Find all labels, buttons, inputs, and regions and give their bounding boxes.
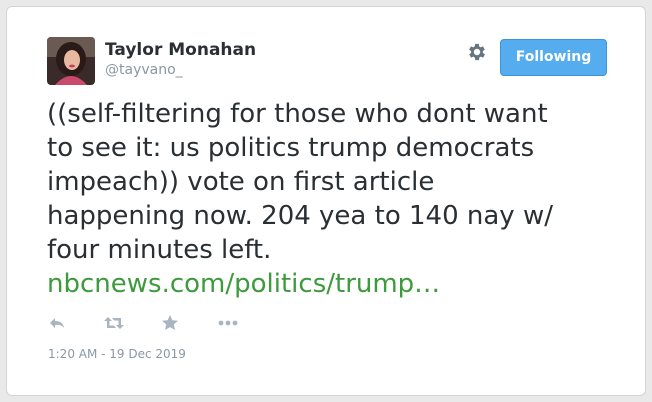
tweet-line: ((self-filtering for those who dont want xyxy=(47,99,548,129)
reply-icon[interactable] xyxy=(47,313,67,333)
author-handle[interactable]: @tayvano_ xyxy=(105,62,183,78)
tweet-card: Taylor Monahan @tayvano_ Following ((sel… xyxy=(6,6,646,396)
tweet-timestamp[interactable]: 1:20 AM - 19 Dec 2019 xyxy=(48,347,186,361)
author-name[interactable]: Taylor Monahan xyxy=(105,40,256,60)
like-icon[interactable] xyxy=(160,313,180,333)
tweet-line: happening now. 204 yea to 140 nay w/ xyxy=(47,201,553,231)
gear-icon[interactable] xyxy=(466,41,488,63)
avatar[interactable] xyxy=(47,37,95,85)
tweet-line: to see it: us politics trump democrats xyxy=(47,133,535,163)
retweet-icon[interactable] xyxy=(103,313,124,333)
following-button[interactable]: Following xyxy=(500,39,607,76)
tweet-line: impeach)) vote on first article xyxy=(47,167,435,197)
tweet-link[interactable]: nbcnews.com/politics/trump… xyxy=(47,267,627,301)
tweet-line: four minutes left. xyxy=(47,235,272,265)
more-icon[interactable] xyxy=(217,313,238,333)
tweet-text: ((self-filtering for those who dont want… xyxy=(47,97,627,301)
